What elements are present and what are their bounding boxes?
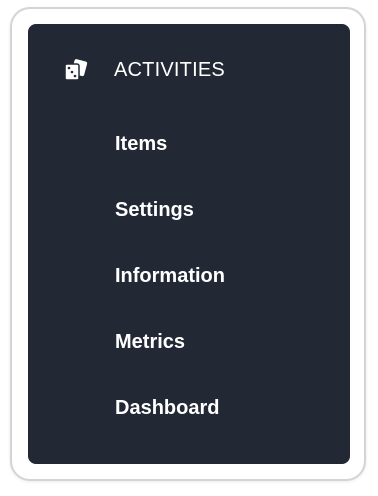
menu-item-items[interactable]: Items <box>115 124 225 190</box>
menu-header-label: ACTIVITIES <box>114 58 225 81</box>
dice-icon <box>62 56 90 84</box>
menu-items: Items Settings Information Metrics Dashb… <box>115 124 225 454</box>
menu-item-dashboard[interactable]: Dashboard <box>115 388 225 454</box>
activities-menu: ACTIVITIES Items Settings Information Me… <box>28 24 350 464</box>
menu-item-settings[interactable]: Settings <box>115 190 225 256</box>
menu-header[interactable]: ACTIVITIES <box>62 54 225 86</box>
menu-item-metrics[interactable]: Metrics <box>115 322 225 388</box>
menu-item-information[interactable]: Information <box>115 256 225 322</box>
